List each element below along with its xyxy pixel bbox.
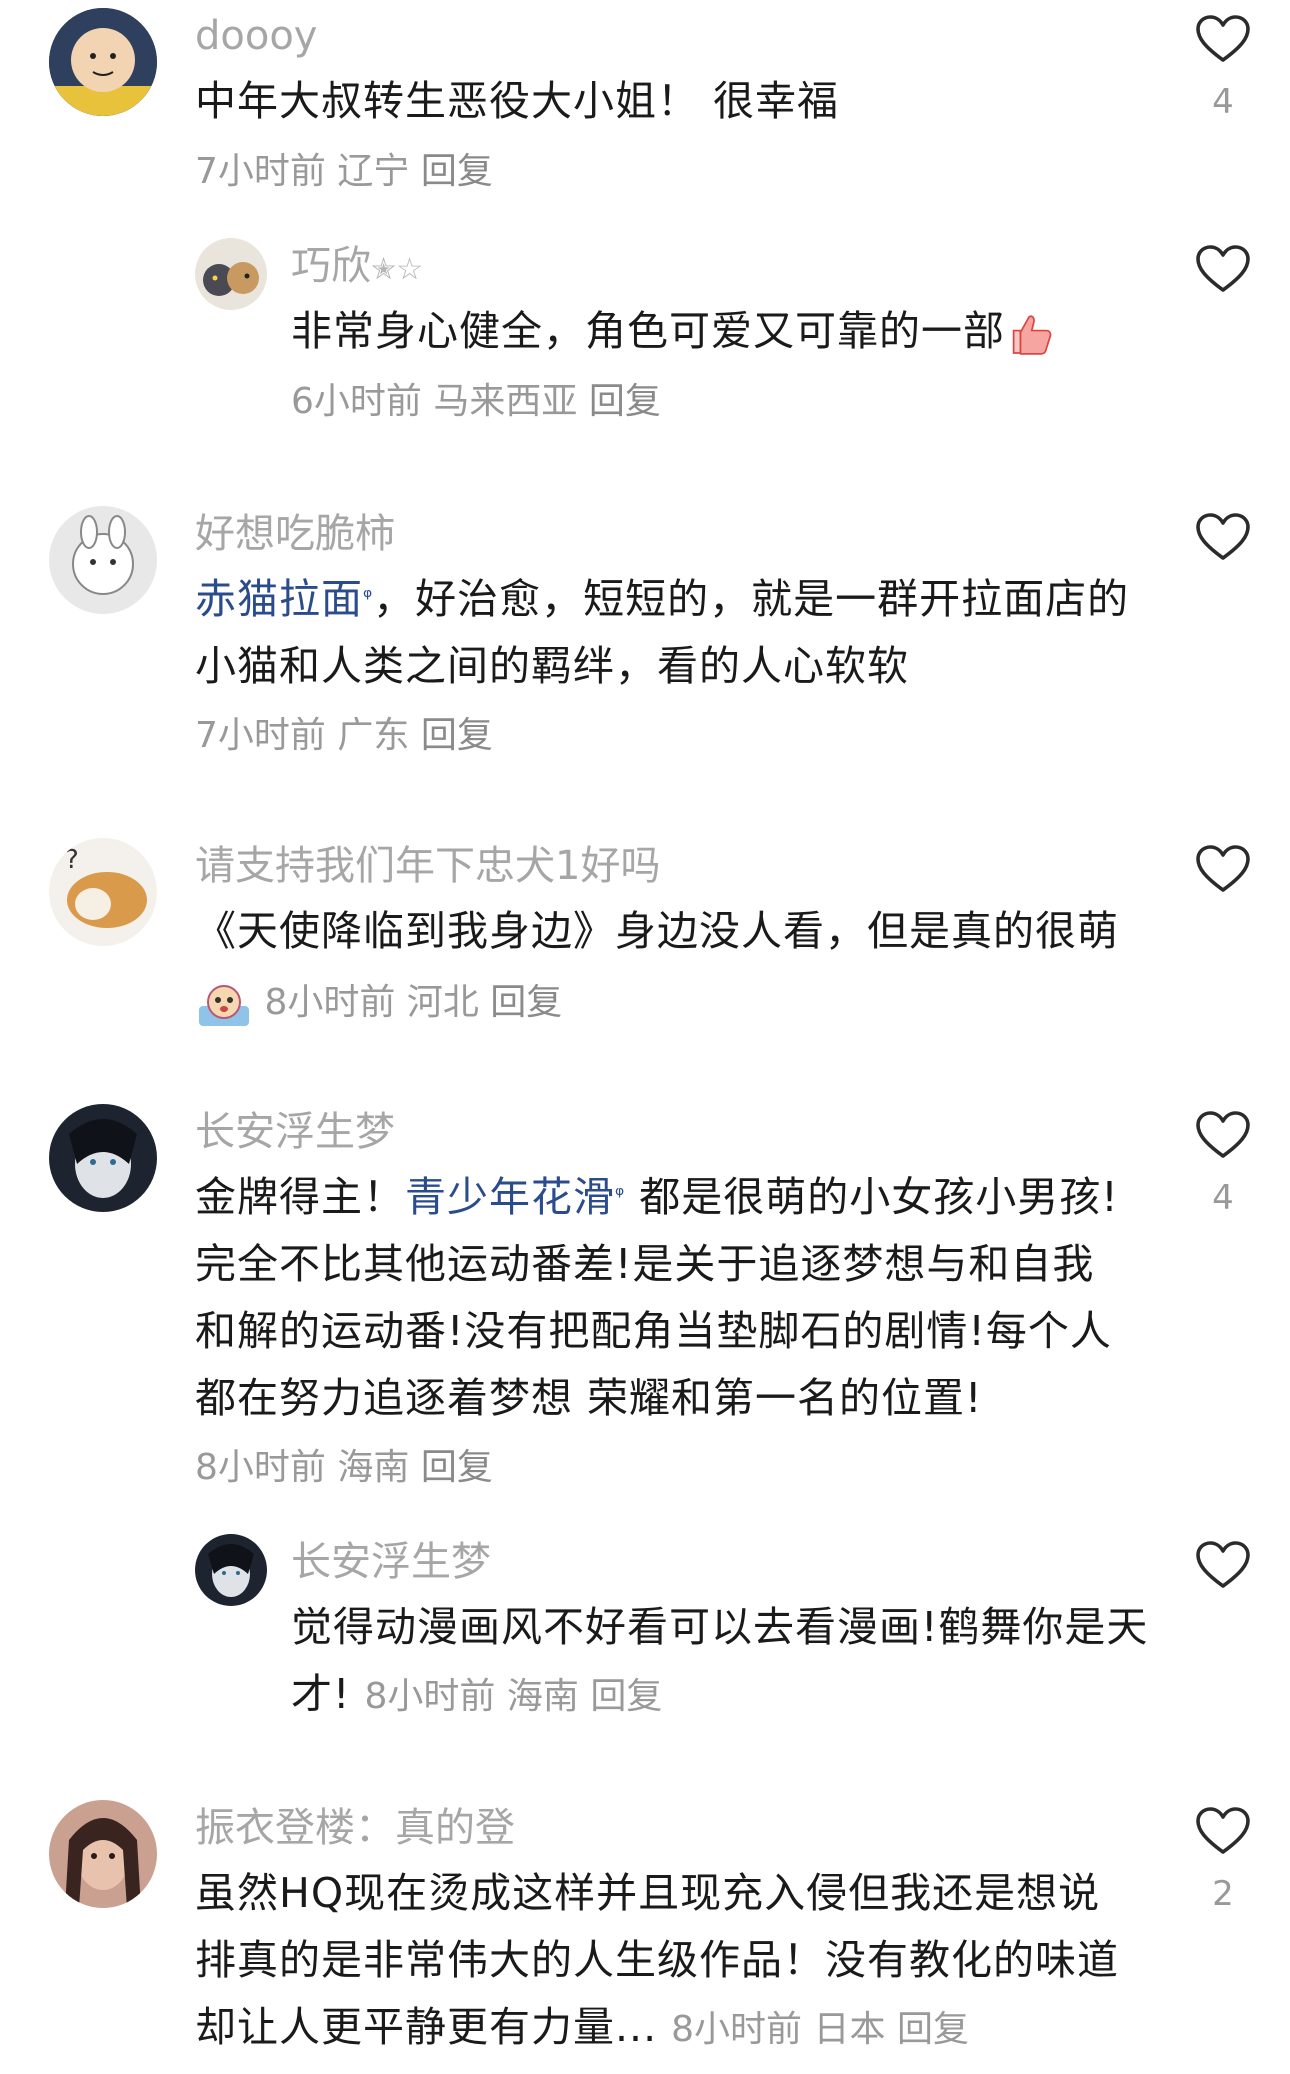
comment-meta: 6小时前 马来西亚 回复 bbox=[291, 378, 661, 426]
region: 海南 bbox=[506, 1676, 579, 1717]
comment-prefix: 金牌得主！ bbox=[195, 1173, 405, 1221]
comment-meta: 8小时前 河北 回复 bbox=[195, 978, 562, 1030]
username[interactable]: 巧欣✭☆ bbox=[291, 242, 423, 294]
username[interactable]: 长安浮生梦 bbox=[195, 1108, 395, 1156]
region: 日本 bbox=[813, 2009, 886, 2050]
timestamp: 8小时前 bbox=[671, 2009, 803, 2050]
like-count: 4 bbox=[1212, 82, 1234, 122]
reply-button[interactable]: 回复 bbox=[589, 381, 661, 422]
avatar[interactable] bbox=[49, 506, 157, 614]
timestamp: 7小时前 bbox=[195, 715, 326, 756]
heart-icon[interactable] bbox=[1195, 512, 1251, 562]
reply-button[interactable]: 回复 bbox=[421, 715, 493, 756]
heart-icon[interactable] bbox=[1195, 244, 1251, 294]
heart-icon[interactable] bbox=[1195, 1806, 1251, 1856]
avatar[interactable] bbox=[195, 1534, 267, 1606]
comment-meta: 7小时前 广东 回复 bbox=[195, 712, 493, 760]
timestamp: 7小时前 bbox=[195, 151, 326, 192]
comment-text: 虽然HQ现在烫成这样并且现充入侵但我还是想说排真的是非常伟大的人生级作品！没有教… bbox=[195, 1860, 1135, 2063]
comment-body: 虽然HQ现在烫成这样并且现充入侵但我还是想说排真的是非常伟大的人生级作品！没有教… bbox=[195, 1869, 1119, 2051]
avatar[interactable] bbox=[49, 1800, 157, 1908]
avatar[interactable]: ? bbox=[49, 838, 157, 946]
username[interactable]: 振衣登楼：真的登 bbox=[195, 1804, 515, 1852]
region: 河北 bbox=[406, 982, 479, 1023]
comment-text: 觉得动漫画风不好看可以去看漫画!鹤舞你是天才! 8小时前 海南 回复 bbox=[291, 1594, 1151, 1730]
reply-button[interactable]: 回复 bbox=[590, 1676, 662, 1717]
region: 广东 bbox=[337, 715, 410, 756]
timestamp: 8小时前 bbox=[195, 1447, 326, 1488]
username[interactable]: 好想吃脆柿 bbox=[195, 510, 395, 558]
heart-icon[interactable] bbox=[1195, 844, 1251, 894]
region: 辽宁 bbox=[337, 151, 410, 192]
svg-text:?: ? bbox=[65, 845, 79, 875]
like-count: 2 bbox=[1212, 1874, 1234, 1914]
search-icon: ᵠ bbox=[615, 1183, 626, 1208]
comment-meta: 7小时前 辽宁 回复 bbox=[195, 148, 493, 196]
comment-text: 赤猫拉面ᵠ，好治愈，短短的，就是一群开拉面店的小猫和人类之间的羁绊，看的人心软软 bbox=[195, 566, 1135, 700]
comment-text: 中年大叔转生恶役大小姐！ 很幸福 bbox=[195, 77, 840, 125]
username[interactable]: doooy bbox=[195, 12, 317, 60]
comment-text: 金牌得主！青少年花滑ᵠ 都是很萌的小女孩小男孩!完全不比其他运动番差!是关于追逐… bbox=[195, 1164, 1135, 1432]
comment-body: 非常身心健全，角色可爱又可靠的一部 bbox=[291, 307, 1005, 355]
timestamp: 8小时前 bbox=[364, 1676, 496, 1717]
timestamp: 8小时前 bbox=[264, 982, 396, 1023]
comment-meta: 8小时前 日本 回复 bbox=[671, 2009, 969, 2050]
username[interactable]: 请支持我们年下忠犬1好吗 bbox=[195, 842, 660, 890]
topic-link[interactable]: 赤猫拉面ᵠ bbox=[195, 575, 373, 623]
username[interactable]: 长安浮生梦 bbox=[291, 1538, 491, 1586]
user-badge: ✭☆ bbox=[371, 252, 424, 287]
comment-meta: 8小时前 海南 回复 bbox=[195, 1444, 493, 1492]
avatar[interactable] bbox=[49, 1104, 157, 1212]
topic-link[interactable]: 青少年花滑ᵠ bbox=[405, 1173, 625, 1221]
heart-icon[interactable] bbox=[1195, 1110, 1251, 1160]
reply-button[interactable]: 回复 bbox=[421, 151, 493, 192]
comment-text: 《天使降临到我身边》身边没人看，但是真的很萌 bbox=[195, 907, 1119, 955]
heart-icon[interactable] bbox=[1195, 1540, 1251, 1590]
like-count: 4 bbox=[1212, 1178, 1234, 1218]
reply-button[interactable]: 回复 bbox=[421, 1447, 493, 1488]
region: 马来西亚 bbox=[433, 381, 578, 422]
comment-text: 非常身心健全，角色可爱又可靠的一部 bbox=[291, 298, 1151, 365]
crying-sticker-icon bbox=[199, 985, 249, 1026]
comment-meta: 8小时前 海南 回复 bbox=[364, 1676, 662, 1717]
avatar[interactable] bbox=[195, 238, 267, 310]
avatar[interactable] bbox=[49, 8, 157, 116]
search-icon: ᵠ bbox=[363, 585, 374, 610]
thumbs-up-emoji-icon bbox=[1012, 315, 1052, 355]
reply-button[interactable]: 回复 bbox=[490, 982, 562, 1023]
heart-icon[interactable] bbox=[1195, 14, 1251, 64]
region: 海南 bbox=[337, 1447, 410, 1488]
username-text: 巧欣 bbox=[291, 243, 371, 289]
reply-button[interactable]: 回复 bbox=[897, 2009, 969, 2050]
timestamp: 6小时前 bbox=[291, 381, 422, 422]
